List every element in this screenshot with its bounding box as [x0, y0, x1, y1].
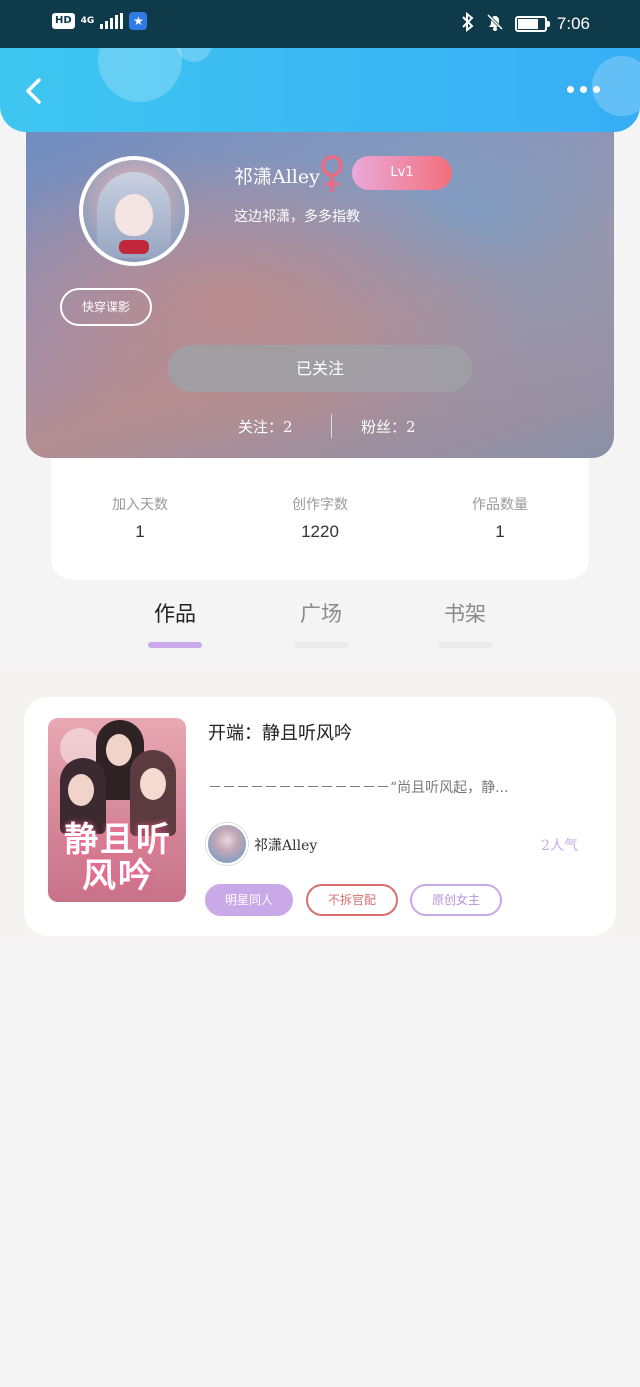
cover-face	[106, 734, 132, 766]
tab-indicator	[294, 642, 348, 648]
fans-count[interactable]: 粉丝：2	[361, 416, 416, 437]
stat-label: 创作字数	[292, 497, 348, 513]
author-name[interactable]: 祁潇Alley	[254, 835, 317, 855]
book-cover[interactable]: 静且听风吟	[48, 718, 186, 902]
avatar-bow	[119, 240, 149, 254]
signal-icon	[100, 13, 124, 29]
top-app-bar	[0, 48, 640, 132]
stat-value: 1	[135, 522, 145, 541]
follow-button[interactable]: 已关注	[168, 345, 472, 392]
tab-bar: 作品 广场 书架	[0, 598, 640, 658]
author-avatar[interactable]	[206, 823, 248, 865]
profile-card: 祁潇Alley Lv1 这边祁潇，多多指教 快穿谍影 已关注 关注：2 粉丝：2	[26, 110, 614, 458]
following-count[interactable]: 关注：2	[238, 416, 293, 437]
avatar-face	[115, 194, 153, 236]
cover-face	[68, 774, 94, 806]
level-badge: Lv1	[352, 156, 452, 190]
status-bar: HD 4G ★ 7:06	[0, 0, 640, 48]
tag-chip[interactable]: 明星同人	[205, 884, 293, 916]
female-symbol-icon	[321, 155, 343, 192]
tab-label: 广场	[300, 602, 342, 626]
stat-label: 作品数量	[472, 497, 528, 513]
tag-chip[interactable]: 不拆官配	[306, 884, 398, 916]
cover-face	[140, 768, 166, 800]
more-dot	[580, 86, 587, 93]
battery-icon	[514, 16, 550, 32]
hd-badge: HD	[52, 13, 75, 29]
stat-join-days: 加入天数 1	[70, 494, 210, 542]
more-dot	[567, 86, 574, 93]
chevron-left-icon	[26, 78, 41, 104]
tab-indicator	[438, 642, 492, 648]
stat-label: 加入天数	[112, 497, 168, 513]
profile-tag-button[interactable]: 快穿谍影	[60, 288, 152, 326]
app-notification-icon: ★	[129, 12, 148, 30]
bio: 这边祁潇，多多指教	[234, 209, 360, 225]
stats-divider	[331, 414, 332, 438]
follow-stats: 关注：2 粉丝：2	[26, 412, 614, 440]
work-title[interactable]: 开端：静且听风吟	[208, 719, 352, 745]
tab-bookshelf[interactable]: 书架	[415, 598, 515, 648]
tab-label: 书架	[444, 602, 486, 626]
tag-chip[interactable]: 原创女主	[410, 884, 502, 916]
stat-value: 1	[495, 522, 505, 541]
status-left: HD 4G ★	[52, 12, 148, 30]
more-button[interactable]	[567, 86, 600, 93]
username: 祁潇Alley	[234, 166, 320, 188]
status-right: 7:06	[461, 11, 590, 36]
mute-bell-icon	[485, 12, 505, 36]
decorative-bubble	[98, 48, 182, 102]
creator-stats-card: 加入天数 1 创作字数 1220 作品数量 1	[51, 440, 589, 580]
popularity-count: 2人气	[541, 838, 578, 854]
work-excerpt: －－－－－－－－－－－－－“尚且听风起，静...	[208, 780, 509, 796]
tab-square[interactable]: 广场	[271, 598, 371, 648]
back-button[interactable]	[20, 76, 50, 106]
stat-works-count: 作品数量 1	[430, 494, 570, 542]
stat-value: 1220	[301, 522, 339, 541]
tab-label: 作品	[154, 602, 196, 626]
clock: 7:06	[556, 14, 590, 33]
more-dot	[593, 86, 600, 93]
network-type: 4G	[80, 15, 95, 26]
work-card[interactable]: 静且听风吟 开端：静且听风吟 －－－－－－－－－－－－－“尚且听风起，静... …	[24, 697, 616, 936]
battery-level	[517, 19, 538, 29]
cover-title: 静且听风吟	[64, 820, 172, 896]
avatar[interactable]	[79, 156, 189, 266]
tab-works[interactable]: 作品	[125, 598, 225, 648]
tab-indicator	[148, 642, 202, 648]
stat-word-count: 创作字数 1220	[250, 494, 390, 542]
bluetooth-icon	[461, 11, 475, 36]
